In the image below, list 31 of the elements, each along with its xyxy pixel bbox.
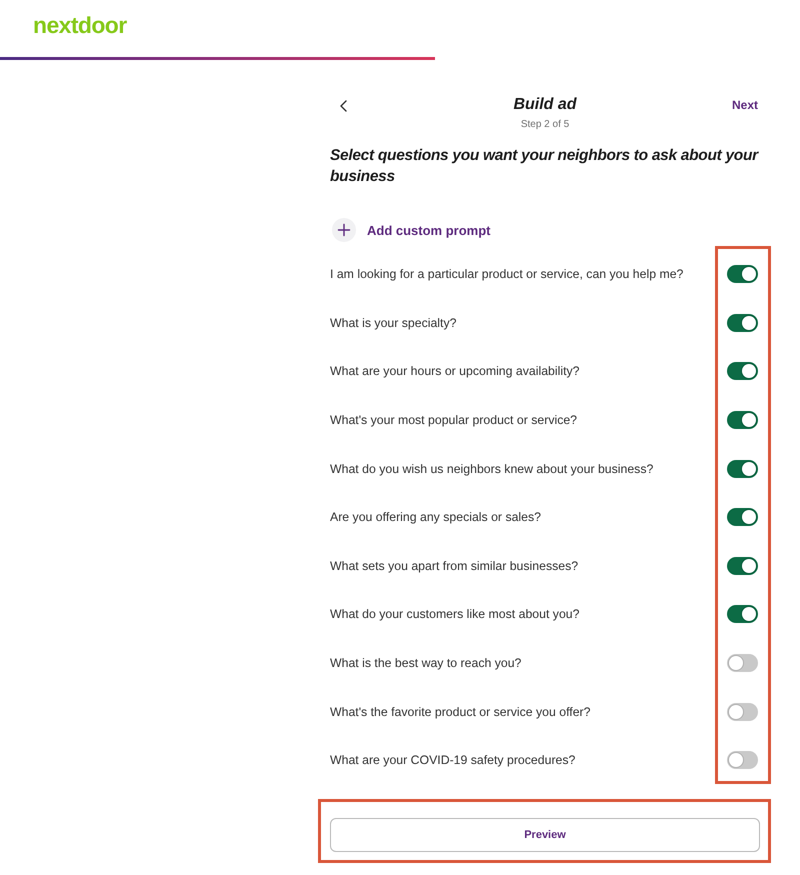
toggle-switch[interactable]	[727, 460, 758, 478]
toggle-switch[interactable]	[727, 556, 758, 575]
section-heading: Select questions you want your neighbors to ask about your business	[330, 146, 760, 187]
plus-icon[interactable]	[332, 218, 356, 242]
question-label: What is the best way to reach you?	[330, 656, 522, 670]
toggle-switch[interactable]	[727, 605, 758, 624]
chevron-left-icon[interactable]	[339, 100, 349, 112]
nextdoor-logo: nextdoor	[33, 11, 127, 39]
toggle-switch[interactable]	[727, 314, 758, 332]
preview-button[interactable]: Preview	[330, 818, 760, 852]
toggle-switch[interactable]	[727, 411, 758, 430]
toggle-switch[interactable]	[727, 751, 758, 770]
toggle-switch[interactable]	[727, 508, 758, 526]
question-label: What sets you apart from similar businesses?	[330, 558, 578, 573]
question-label: What are your COVID-19 safety procedures?	[330, 753, 576, 768]
add-custom-prompt-link[interactable]: Add custom prompt	[367, 222, 490, 238]
question-label: What's the favorite product or service you offer?	[330, 704, 590, 719]
question-label: What do your customers like most about you?	[330, 607, 580, 622]
question-label: What are your hours or upcoming availability?	[330, 364, 580, 378]
next-button[interactable]: Next	[732, 95, 758, 115]
question-label: Are you offering any specials or sales?	[330, 510, 541, 524]
toggle-switch[interactable]	[727, 265, 758, 284]
page-title: Build ad	[513, 95, 577, 115]
question-label: What's your most popular product or service?	[330, 413, 578, 428]
question-label: I am looking for a particular product or service, can you help me?	[330, 267, 684, 282]
toggle-switch[interactable]	[727, 362, 758, 380]
step-indicator: Step 2 of 5	[520, 119, 570, 131]
question-label: What is your specialty?	[330, 316, 456, 330]
toggle-switch[interactable]	[727, 654, 758, 672]
question-label: What do you wish us neighbors knew about your business?	[330, 462, 654, 476]
toggle-switch[interactable]	[727, 702, 758, 721]
